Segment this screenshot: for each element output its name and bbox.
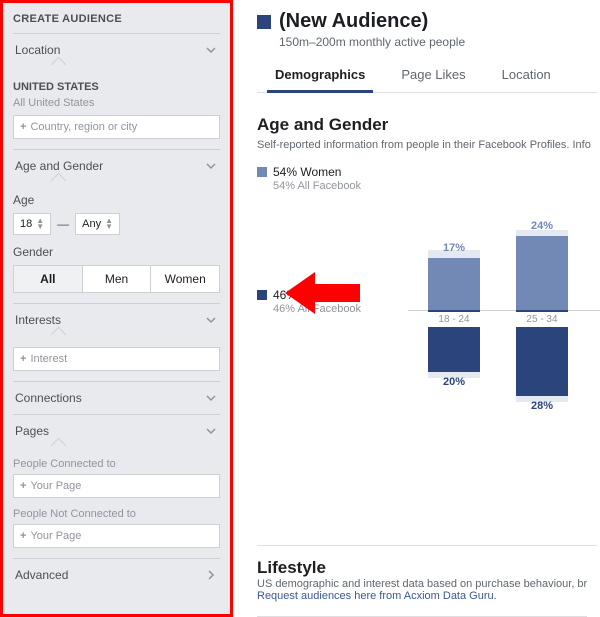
age-from-value: 18: [20, 218, 32, 230]
pages-connected-label: People Connected to: [13, 458, 220, 470]
section-connections[interactable]: Connections: [13, 381, 220, 414]
chart-cat-18-24: 18 - 24: [418, 312, 490, 327]
chevron-down-icon: [204, 424, 218, 438]
audience-color-swatch: [257, 15, 271, 29]
create-audience-panel: CREATE AUDIENCE Location UNITED STATES A…: [0, 0, 233, 617]
age-gender-sub: Self-reported information from people in…: [257, 139, 600, 151]
bar-women-18-24-label: 17%: [418, 242, 490, 254]
page-subtitle: 150m–200m monthly active people: [279, 35, 600, 49]
location-country-label: UNITED STATES: [13, 81, 220, 93]
lifestyle-link[interactable]: Request audiences here from Acxiom Data …: [257, 590, 597, 602]
age-label: Age: [13, 193, 220, 207]
pages-not-connected-label: People Not Connected to: [13, 508, 220, 520]
age-to-select[interactable]: Any ▲▼: [75, 213, 120, 235]
legend-women-note: 54% All Facebook: [273, 180, 361, 192]
lifestyle-section: Lifestyle US demographic and interest da…: [257, 545, 597, 617]
chart-cat-25-34: 25 - 34: [506, 312, 578, 327]
location-placeholder: Country, region or city: [30, 121, 137, 133]
lifestyle-sub: US demographic and interest data based o…: [257, 578, 597, 590]
panel-title: CREATE AUDIENCE: [13, 9, 220, 33]
chevron-down-icon: [204, 159, 218, 173]
plus-icon: +: [20, 480, 26, 492]
tab-demographics[interactable]: Demographics: [257, 59, 383, 92]
plus-icon: +: [20, 530, 26, 542]
pages-connected-placeholder: Your Page: [30, 480, 81, 492]
section-pages[interactable]: Pages: [13, 414, 220, 447]
chart-col-18-24: 17% 20% 18 - 24: [418, 200, 490, 430]
page-title: (New Audience): [279, 10, 428, 33]
tab-bar: Demographics Page Likes Location: [257, 59, 597, 93]
gender-women-button[interactable]: Women: [151, 266, 219, 292]
section-location[interactable]: Location: [13, 33, 220, 66]
section-advanced-label: Advanced: [15, 568, 68, 582]
bar-women-25-34: [516, 236, 568, 310]
chevron-down-icon: [204, 313, 218, 327]
location-input[interactable]: + Country, region or city: [13, 115, 220, 139]
bar-men-18-24-label: 20%: [418, 376, 490, 388]
sort-icon: ▲▼: [36, 218, 44, 230]
section-interests-label: Interests: [15, 313, 61, 327]
plus-icon: +: [20, 353, 26, 365]
gender-all-button[interactable]: All: [14, 266, 83, 292]
section-advanced[interactable]: Advanced: [13, 558, 220, 591]
bar-women-18-24: [428, 258, 480, 310]
age-gender-chart: 17% 20% 18 - 24 24% 28% 25 - 34: [408, 200, 600, 430]
age-dash: —: [57, 217, 69, 231]
section-pages-label: Pages: [15, 424, 49, 438]
interests-input[interactable]: + Interest: [13, 347, 220, 371]
section-connections-label: Connections: [15, 391, 82, 405]
legend-women: 54% Women 54% All Facebook: [257, 165, 600, 192]
arrow-annotation-icon: [285, 272, 360, 314]
pages-not-connected-placeholder: Your Page: [30, 530, 81, 542]
bar-women-25-34-label: 24%: [506, 220, 578, 232]
chevron-down-icon: [204, 43, 218, 57]
legend-women-pct: 54% Women: [273, 165, 361, 179]
chevron-right-icon: [204, 568, 218, 582]
lifestyle-heading: Lifestyle: [257, 558, 597, 578]
pages-connected-input[interactable]: + Your Page: [13, 474, 220, 498]
legend-men-swatch: [257, 290, 267, 300]
age-gender-heading: Age and Gender: [257, 115, 600, 135]
age-from-select[interactable]: 18 ▲▼: [13, 213, 51, 235]
bar-men-25-34-label: 28%: [506, 400, 578, 412]
tab-page-likes[interactable]: Page Likes: [383, 59, 483, 92]
section-interests[interactable]: Interests: [13, 303, 220, 336]
section-location-label: Location: [15, 43, 60, 57]
gender-label: Gender: [13, 245, 220, 259]
legend-women-swatch: [257, 167, 267, 177]
interests-placeholder: Interest: [30, 353, 67, 365]
chart-col-25-34: 24% 28% 25 - 34: [506, 200, 578, 430]
tab-location[interactable]: Location: [484, 59, 569, 92]
section-age-gender[interactable]: Age and Gender: [13, 149, 220, 182]
plus-icon: +: [20, 121, 26, 133]
section-age-gender-label: Age and Gender: [15, 159, 103, 173]
age-to-value: Any: [82, 218, 101, 230]
location-country-sub: All United States: [13, 97, 220, 109]
gender-toggle: All Men Women: [13, 265, 220, 293]
gender-men-button[interactable]: Men: [83, 266, 152, 292]
sort-icon: ▲▼: [105, 218, 113, 230]
chevron-down-icon: [204, 391, 218, 405]
pages-not-connected-input[interactable]: + Your Page: [13, 524, 220, 548]
